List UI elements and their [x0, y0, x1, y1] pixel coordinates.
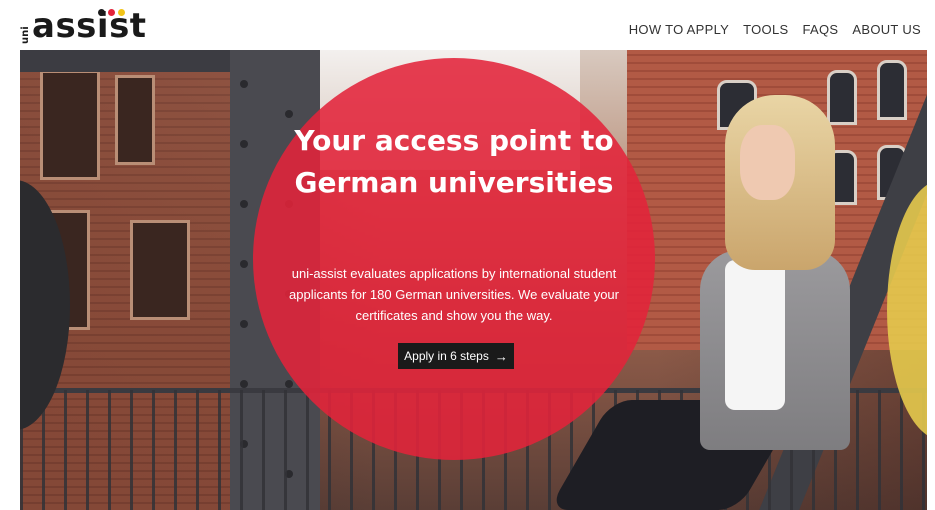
person-shirt	[725, 260, 785, 410]
bolt	[240, 260, 248, 268]
bolt	[285, 380, 293, 388]
hero-description: uni-assist evaluates applications by int…	[289, 266, 619, 323]
bolt	[240, 380, 248, 388]
hero-window	[40, 70, 100, 180]
main-nav: HOW TO APPLY TOOLS FAQS ABOUT US	[629, 22, 921, 37]
hero-window	[130, 220, 190, 320]
hero-window	[877, 60, 907, 120]
bolt	[285, 110, 293, 118]
nav-tools[interactable]: TOOLS	[743, 22, 788, 37]
nav-faqs[interactable]: FAQS	[802, 22, 838, 37]
bolt	[240, 140, 248, 148]
person-face	[740, 125, 795, 200]
nav-about-us[interactable]: ABOUT US	[852, 22, 921, 37]
uni-assist-logo[interactable]: uni assist	[20, 6, 160, 46]
arrow-right-icon: →	[494, 348, 508, 364]
hero-red-circle	[253, 58, 655, 460]
hero-window	[115, 75, 155, 165]
logo-prefix: uni	[20, 26, 31, 44]
nav-how-to-apply[interactable]: HOW TO APPLY	[629, 22, 729, 37]
bolt	[240, 200, 248, 208]
steel-beam	[20, 50, 230, 72]
logo-text: assist	[32, 6, 147, 46]
bolt	[240, 320, 248, 328]
hero-headline: Your access point to German universities	[294, 124, 614, 199]
hero-window	[827, 70, 857, 125]
cta-label: Apply in 6 steps	[404, 349, 489, 363]
bolt	[240, 80, 248, 88]
site-header: uni assist HOW TO APPLY TOOLS FAQS ABOUT…	[0, 0, 935, 50]
apply-in-6-steps-button[interactable]: Apply in 6 steps →	[398, 343, 514, 369]
